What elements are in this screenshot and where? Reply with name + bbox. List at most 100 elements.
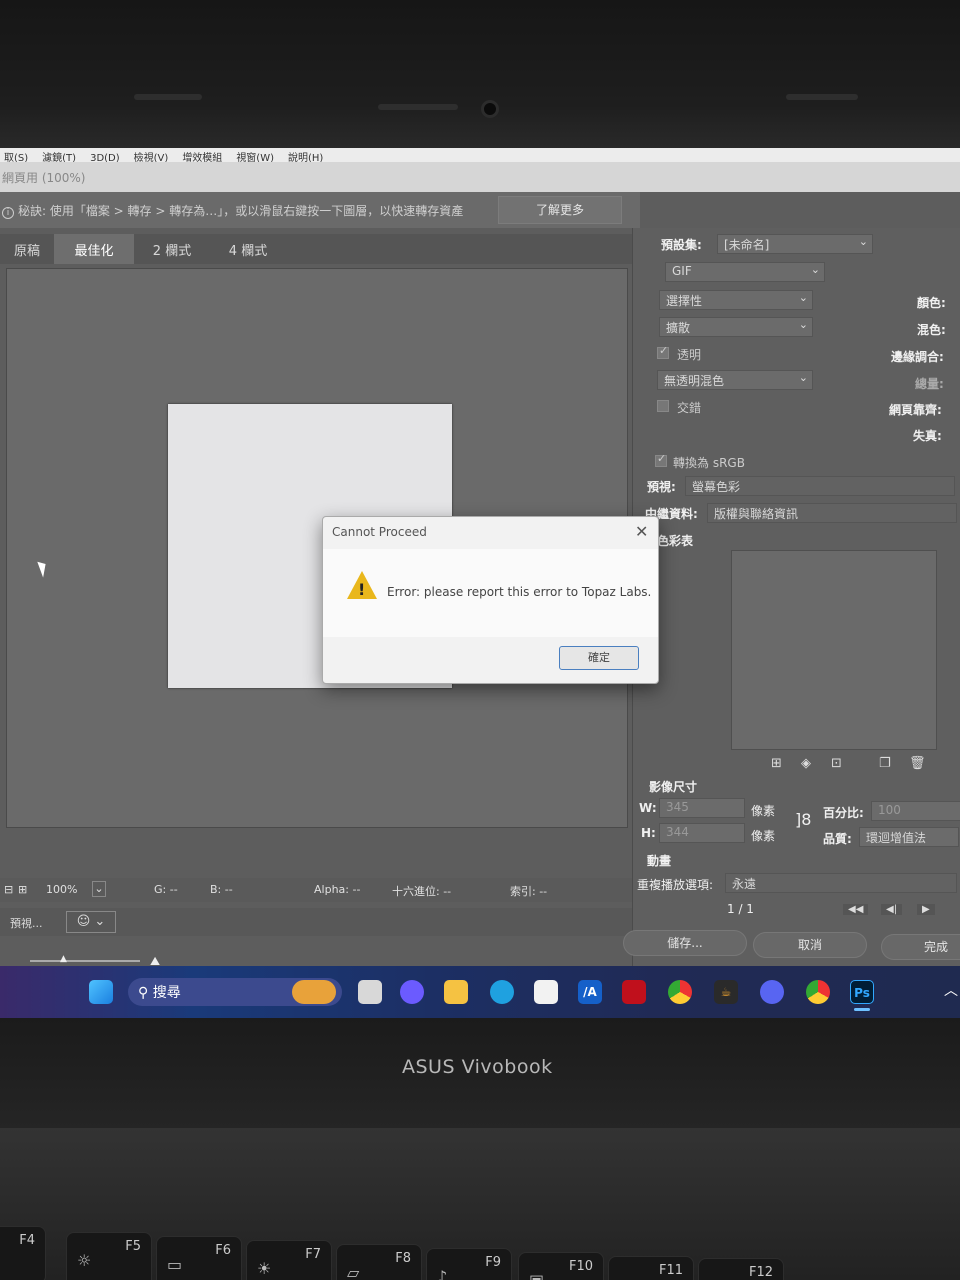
first-frame-icon[interactable]: ◀◀ [843,904,869,915]
menu-item[interactable]: 增效模組 [178,148,232,162]
key-f4[interactable]: F4 [0,1226,46,1280]
interlace-checkbox[interactable] [657,400,669,412]
percent-input[interactable]: 100 [871,801,960,821]
lossy-label: 失真: [913,429,942,443]
cancel-button[interactable]: 取消 [753,932,867,958]
menu-item[interactable]: 濾鏡(T) [38,148,86,162]
chevron-down-icon: ⌄ [798,371,808,384]
dialog-body: ! Error: please report this error to Top… [323,549,658,637]
preview-select[interactable]: 螢幕色彩 [685,476,955,496]
chrome-profile-icon[interactable] [806,980,830,1004]
file-explorer-icon[interactable] [444,980,468,1004]
menu-item[interactable]: 說明(H) [284,148,333,162]
lock-icon[interactable]: ⊡ [831,756,842,771]
matte-select[interactable]: 無透明混色 ⌄ [657,370,813,390]
zoom-dropdown-icon[interactable]: ⌄ [92,881,106,897]
amount-label: 總量: [915,377,944,391]
save-button[interactable]: 儲存... [623,930,747,956]
matte-value: 無透明混色 [664,374,725,388]
prev-frame-icon[interactable]: ◀| [881,904,903,915]
quality-select[interactable]: 環迴增值法 [859,827,959,847]
mic-mute-icon: ♪ [437,1267,448,1280]
dialog-title: Cannot Proceed [332,525,427,539]
zoom-out-icon[interactable]: ⊟ [4,883,13,896]
chevron-down-icon: ⌄ [798,291,808,304]
brightness-down-icon: ☀ [257,1259,272,1278]
map-color-icon[interactable]: ⊞ [771,756,782,771]
new-color-icon[interactable]: ❐ [879,756,891,771]
key-f5[interactable]: ☼ F5 [66,1232,152,1280]
menu-item[interactable]: 視窗(W) [232,148,284,162]
play-icon[interactable]: ▶ [917,904,935,915]
key-f8[interactable]: ▱ F8 [336,1244,422,1280]
g-readout: G: -- [154,883,178,896]
hex-readout: 十六進位: -- [392,885,452,898]
format-select[interactable]: GIF ⌄ [665,262,825,282]
chevron-down-icon: ⌄ [798,318,808,331]
menu-item[interactable]: 取(S) [0,148,38,162]
transparency-checkbox[interactable] [657,344,669,359]
key-f11[interactable]: F11 [608,1256,694,1280]
link-icon[interactable]: ]8 [795,810,811,829]
slider-handle-icon[interactable]: ▲ [60,954,67,964]
widget-icon[interactable] [292,980,336,1004]
mcafee-icon[interactable] [622,980,646,1004]
color-table[interactable] [731,550,937,750]
tip-text: 秘訣: 使用「檔案 > 轉存 > 轉存為…」，或以滑鼠右鍵按一下圖層，以快速轉存… [18,204,464,218]
height-input[interactable]: 344 [659,823,745,843]
zoom-in-icon[interactable]: ⊞ [18,883,27,896]
width-label: W: [639,801,657,815]
learn-more-button[interactable]: 了解更多 [498,196,622,224]
edge-browser-icon[interactable] [490,980,514,1004]
key-f6[interactable]: ▭ F6 [156,1236,242,1280]
active-app-indicator [854,1008,870,1011]
chevron-down-icon: ⌄ [858,235,868,248]
key-f12[interactable]: F12 [698,1258,784,1280]
dither-select[interactable]: 擴散 ⌄ [659,317,813,337]
ok-button[interactable]: 確定 [559,646,639,670]
key-label: F9 [485,1255,501,1270]
windows-taskbar: ⚲ 搜尋 /A ☕ Ps ︿ [0,966,960,1018]
microsoft-store-icon[interactable] [534,980,558,1004]
done-button[interactable]: 完成 [881,934,960,960]
percent-label: 百分比: [823,806,864,820]
menu-bar: 取(S) 濾鏡(T) 3D(D) 檢視(V) 增效模組 視窗(W) 說明(H) [0,148,960,162]
zoom-level[interactable]: 100% [46,883,77,896]
preview-in-browser-button[interactable]: 預視... [10,915,43,931]
task-view-icon[interactable] [358,980,382,1004]
discord-icon[interactable] [760,980,784,1004]
app-icon[interactable]: /A [578,980,602,1004]
tab-original[interactable]: 原稿 [0,234,54,264]
window-title: 網頁用 (100%) [0,162,960,192]
quality-slider[interactable] [30,960,140,962]
loop-select[interactable]: 永遠 [725,873,957,893]
browser-dropdown-icon[interactable]: ☺ ⌄ [66,911,116,933]
menu-item[interactable]: 檢視(V) [130,148,179,162]
preview-controls: 預視... ☺ ⌄ [0,908,640,936]
tab-optimized[interactable]: 最佳化 [54,234,134,264]
web-shift-icon[interactable]: ◈ [801,756,811,771]
key-f10[interactable]: ▣ F10 [518,1252,604,1280]
key-f9[interactable]: ♪ F9 [426,1248,512,1280]
preview-label: 預視: [647,480,676,494]
trash-icon[interactable]: 🗑 [909,756,926,771]
close-icon[interactable]: ✕ [635,522,648,541]
tab-4-up[interactable]: 4 欄式 [210,234,286,264]
menu-item[interactable]: 3D(D) [86,152,130,162]
key-f7[interactable]: ☀ F7 [246,1240,332,1280]
preset-select[interactable]: [未命名] ⌄ [717,234,873,254]
chevron-up-icon[interactable]: ︿ [944,980,958,1000]
chrome-icon[interactable] [668,980,692,1004]
teams-chat-icon[interactable] [400,980,424,1004]
convert-srgb-checkbox[interactable] [655,452,667,467]
key-label: F4 [19,1233,35,1248]
index-readout: 索引: -- [510,885,548,898]
width-input[interactable]: 345 [659,798,745,818]
windows-start-icon[interactable] [89,980,113,1004]
app-icon[interactable]: ☕ [714,980,738,1004]
reduction-select[interactable]: 選擇性 ⌄ [659,290,813,310]
photoshop-icon[interactable]: Ps [850,980,874,1004]
tab-2-up[interactable]: 2 欄式 [134,234,210,264]
brand-logo: ASUS Vivobook [402,1056,553,1078]
metadata-select[interactable]: 版權與聯絡資訊 [707,503,957,523]
